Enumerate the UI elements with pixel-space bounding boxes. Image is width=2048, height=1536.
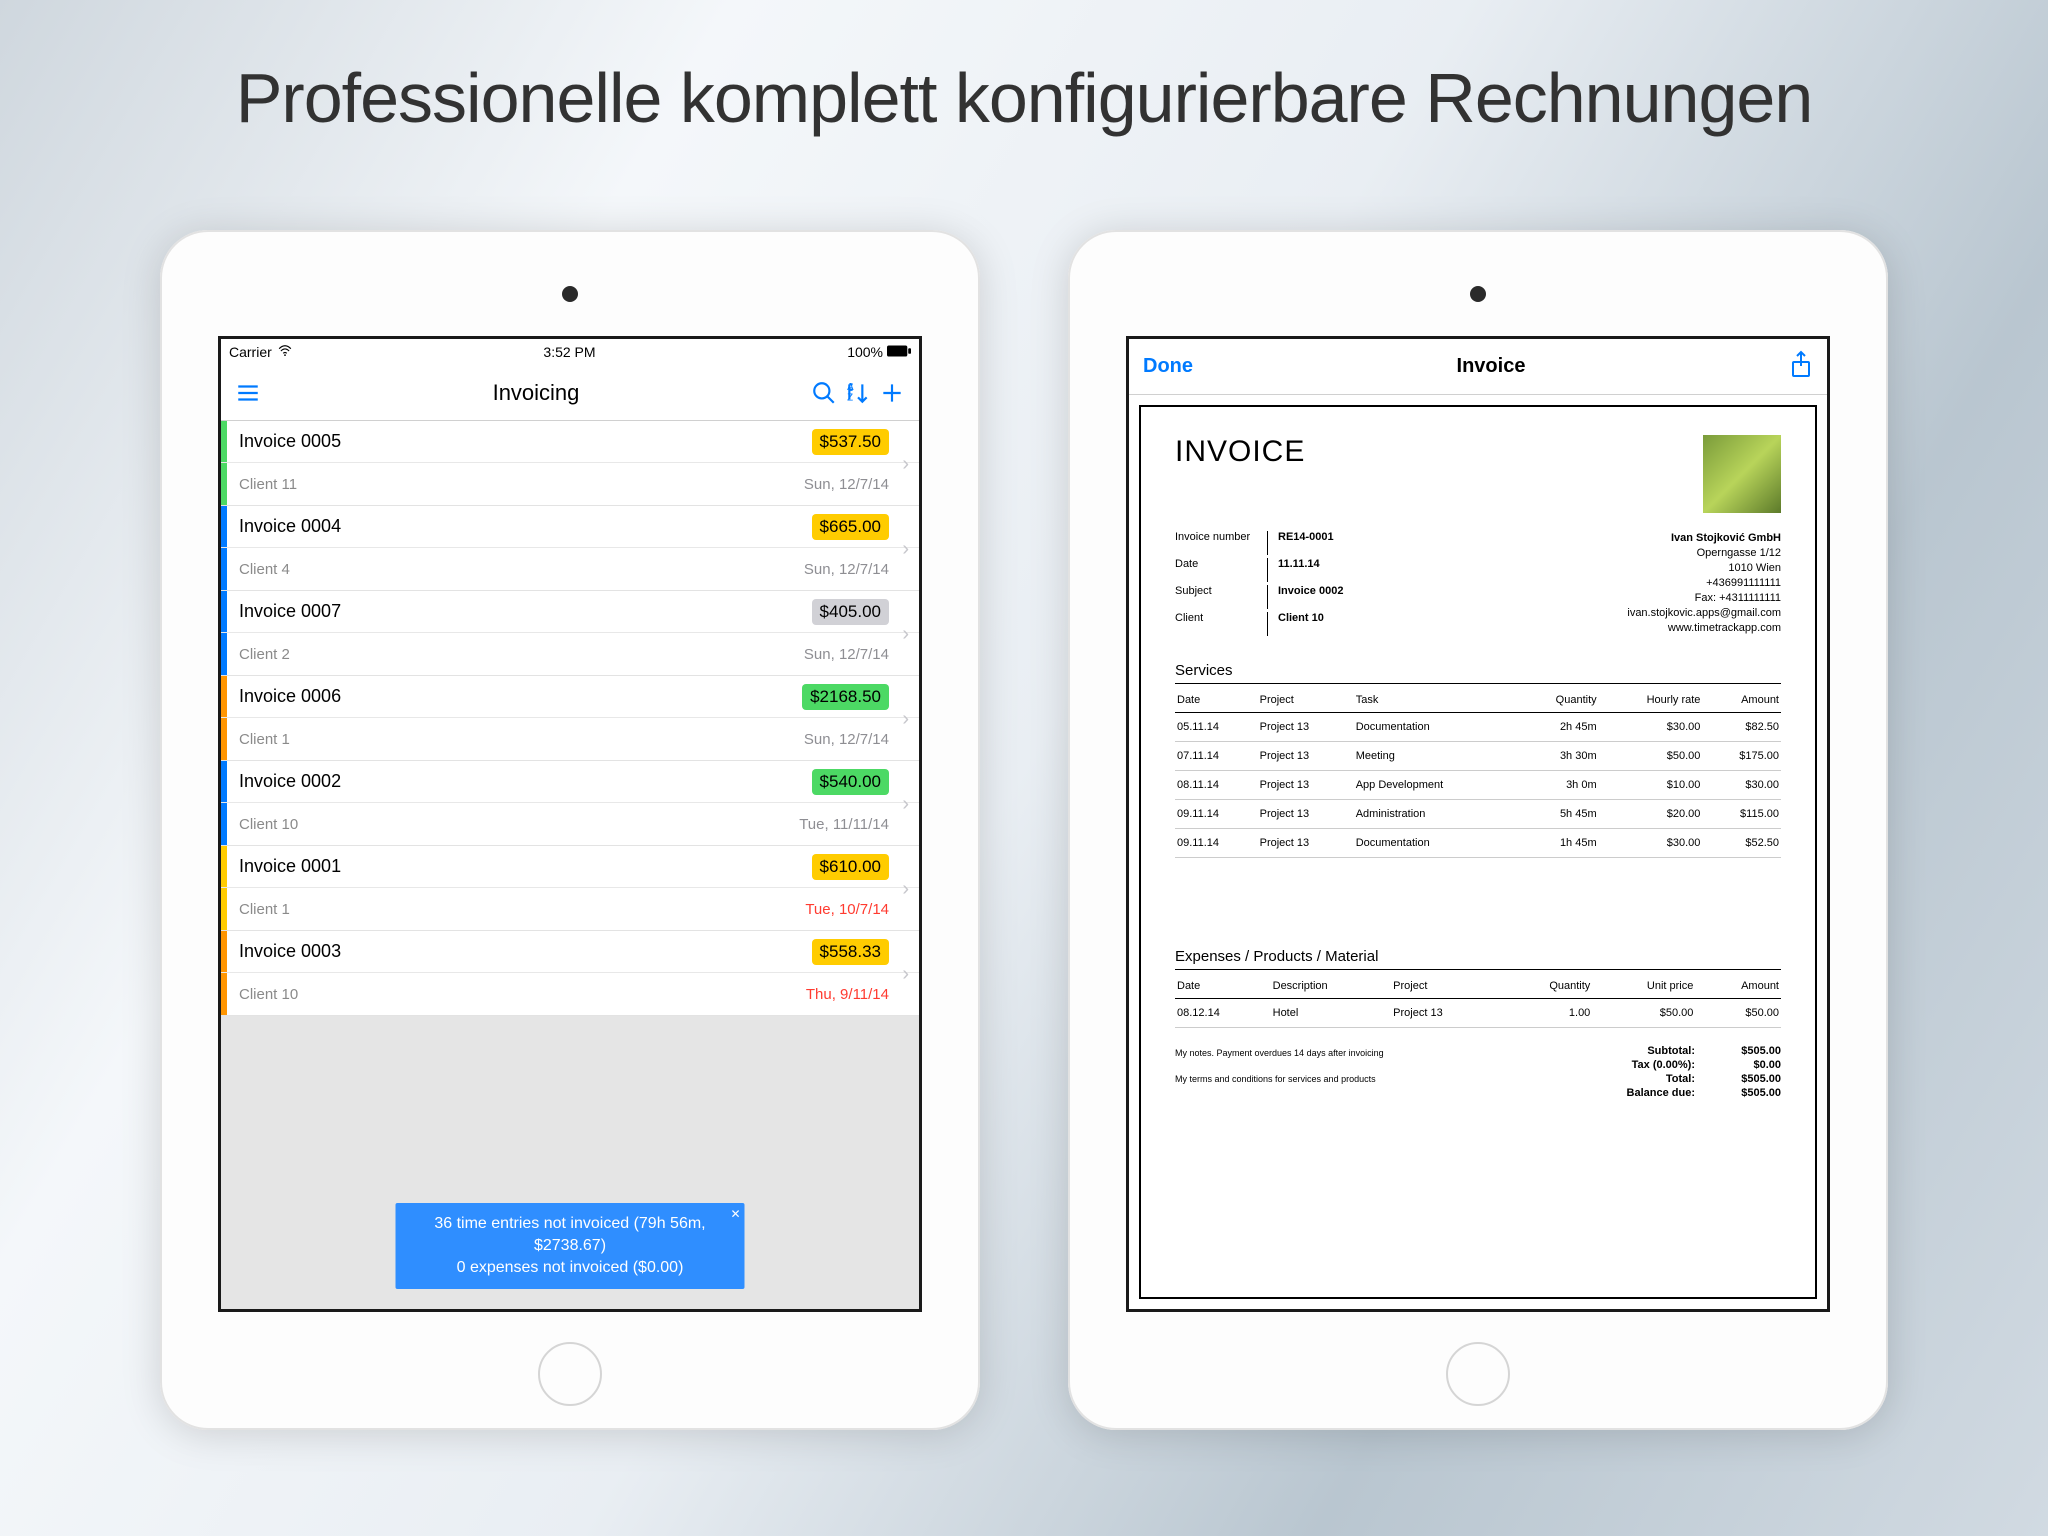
table-row: 07.11.14Project 13Meeting3h 30m$50.00$17… xyxy=(1175,742,1781,771)
invoice-id: Invoice 0004 xyxy=(235,516,895,537)
toast-line-2: 0 expenses not invoiced ($0.00) xyxy=(418,1257,723,1279)
invoice-date: Sun, 12/7/14 xyxy=(804,476,889,493)
invoice-row[interactable]: Invoice 0007$405.00 Client 2 Sun, 12/7/14 › xyxy=(221,591,919,676)
status-bar: Carrier 3:52 PM 100% xyxy=(221,339,919,365)
invoice-row[interactable]: Invoice 0003$558.33 Client 10 Thu, 9/11/14… xyxy=(221,931,919,1016)
invoice-amount: $610.00 xyxy=(812,854,889,880)
svg-text:A: A xyxy=(847,381,854,392)
invoice-heading: INVOICE xyxy=(1175,435,1305,469)
invoice-totals: Subtotal:$505.00 Tax (0.00%):$0.00 Total… xyxy=(1595,1044,1781,1100)
menu-icon[interactable] xyxy=(231,376,265,410)
screen-right: Done Invoice INVOICE Invoice numberRE14-… xyxy=(1126,336,1830,1312)
battery-label: 100% xyxy=(847,344,883,360)
invoice-amount: $537.50 xyxy=(812,429,889,455)
invoice-notes: My notes. Payment overdues 14 days after… xyxy=(1175,1044,1508,1088)
home-button[interactable] xyxy=(1446,1342,1510,1406)
chevron-right-icon: › xyxy=(902,453,909,476)
status-bar-color xyxy=(221,506,227,547)
share-icon[interactable] xyxy=(1789,350,1813,383)
invoice-row[interactable]: Invoice 0005$537.50 Client 11 Sun, 12/7/14… xyxy=(221,421,919,506)
status-bar-color xyxy=(221,846,227,887)
carrier-label: Carrier xyxy=(229,344,272,360)
invoice-amount: $665.00 xyxy=(812,514,889,540)
invoice-id: Invoice 0006 xyxy=(235,686,895,707)
invoice-list: Invoice 0005$537.50 Client 11 Sun, 12/7/14… xyxy=(221,421,919,1016)
chevron-right-icon: › xyxy=(902,538,909,561)
invoice-amount: $2168.50 xyxy=(802,684,889,710)
battery-icon xyxy=(887,344,911,360)
invoice-row[interactable]: Invoice 0001$610.00 Client 1 Tue, 10/7/14 › xyxy=(221,846,919,931)
marketing-headline: Professionelle komplett konfigurierbare … xyxy=(0,58,2048,138)
invoice-amount: $540.00 xyxy=(812,769,889,795)
uninvoiced-toast[interactable]: ✕ 36 time entries not invoiced (79h 56m,… xyxy=(396,1203,745,1289)
invoice-client: Client 10 xyxy=(235,986,298,1003)
nav-bar: Invoicing AZ xyxy=(221,365,919,421)
invoice-date: Sun, 12/7/14 xyxy=(804,731,889,748)
company-logo xyxy=(1703,435,1781,513)
company-info: Ivan Stojković GmbH Operngasse 1/12 1010… xyxy=(1627,531,1781,636)
table-row: 08.11.14Project 13App Development3h 0m$1… xyxy=(1175,771,1781,800)
expenses-table: DateDescriptionProjectQuantityUnit price… xyxy=(1175,974,1781,1028)
clock: 3:52 PM xyxy=(292,344,847,360)
invoice-date: Sun, 12/7/14 xyxy=(804,561,889,578)
sort-icon[interactable]: AZ xyxy=(841,376,875,410)
invoice-amount: $405.00 xyxy=(812,599,889,625)
invoice-id: Invoice 0007 xyxy=(235,601,895,622)
invoice-id: Invoice 0001 xyxy=(235,856,895,877)
invoice-client: Client 4 xyxy=(235,561,290,578)
home-button[interactable] xyxy=(538,1342,602,1406)
status-bar-color xyxy=(221,676,227,717)
wifi-icon xyxy=(278,344,292,361)
toast-line-1: 36 time entries not invoiced (79h 56m, $… xyxy=(418,1213,723,1257)
chevron-right-icon: › xyxy=(902,623,909,646)
ipad-device-right: Done Invoice INVOICE Invoice numberRE14-… xyxy=(1068,230,1888,1430)
status-bar-color xyxy=(221,421,227,462)
invoice-date: Tue, 10/7/14 xyxy=(805,901,889,918)
invoice-id: Invoice 0003 xyxy=(235,941,895,962)
table-row: 09.11.14Project 13Administration5h 45m$2… xyxy=(1175,800,1781,829)
invoice-client: Client 1 xyxy=(235,731,290,748)
invoice-client: Client 1 xyxy=(235,901,290,918)
chevron-right-icon: › xyxy=(902,708,909,731)
status-bar-color xyxy=(221,761,227,802)
invoice-row[interactable]: Invoice 0006$2168.50 Client 1 Sun, 12/7/14… xyxy=(221,676,919,761)
invoice-meta: Invoice numberRE14-0001 Date11.11.14 Sub… xyxy=(1175,531,1343,636)
invoice-id: Invoice 0005 xyxy=(235,431,895,452)
expenses-heading: Expenses / Products / Material xyxy=(1175,948,1781,970)
invoice-date: Tue, 11/11/14 xyxy=(799,816,889,833)
camera-dot xyxy=(562,286,578,302)
invoice-date: Sun, 12/7/14 xyxy=(804,646,889,663)
invoice-row[interactable]: Invoice 0002$540.00 Client 10 Tue, 11/11/1… xyxy=(221,761,919,846)
table-row: 05.11.14Project 13Documentation2h 45m$30… xyxy=(1175,713,1781,742)
invoice-page: INVOICE Invoice numberRE14-0001 Date11.1… xyxy=(1139,405,1817,1299)
page-title: Invoicing xyxy=(265,380,807,406)
invoice-id: Invoice 0002 xyxy=(235,771,895,792)
invoice-document: INVOICE Invoice numberRE14-0001 Date11.1… xyxy=(1129,395,1827,1309)
chevron-right-icon: › xyxy=(902,963,909,986)
svg-text:Z: Z xyxy=(847,392,853,403)
services-table: DateProjectTaskQuantityHourly rateAmount… xyxy=(1175,688,1781,858)
invoice-amount: $558.33 xyxy=(812,939,889,965)
status-bar-color xyxy=(221,931,227,972)
add-icon[interactable] xyxy=(875,376,909,410)
close-icon[interactable]: ✕ xyxy=(730,1203,740,1225)
camera-dot xyxy=(1470,286,1486,302)
page-title: Invoice xyxy=(1193,355,1789,378)
invoice-client: Client 11 xyxy=(235,476,297,493)
services-heading: Services xyxy=(1175,662,1781,684)
invoice-client: Client 10 xyxy=(235,816,298,833)
invoice-row[interactable]: Invoice 0004$665.00 Client 4 Sun, 12/7/14 › xyxy=(221,506,919,591)
chevron-right-icon: › xyxy=(902,878,909,901)
nav-bar: Done Invoice xyxy=(1129,339,1827,395)
chevron-right-icon: › xyxy=(902,793,909,816)
table-row: 09.11.14Project 13Documentation1h 45m$30… xyxy=(1175,829,1781,858)
table-row: 08.12.14HotelProject 131.00$50.00$50.00 xyxy=(1175,999,1781,1028)
status-bar-color xyxy=(221,591,227,632)
invoice-client: Client 2 xyxy=(235,646,290,663)
invoice-date: Thu, 9/11/14 xyxy=(806,986,889,1003)
ipad-device-left: Carrier 3:52 PM 100% Invoicing AZ xyxy=(160,230,980,1430)
screen-left: Carrier 3:52 PM 100% Invoicing AZ xyxy=(218,336,922,1312)
search-icon[interactable] xyxy=(807,376,841,410)
done-button[interactable]: Done xyxy=(1143,355,1193,378)
